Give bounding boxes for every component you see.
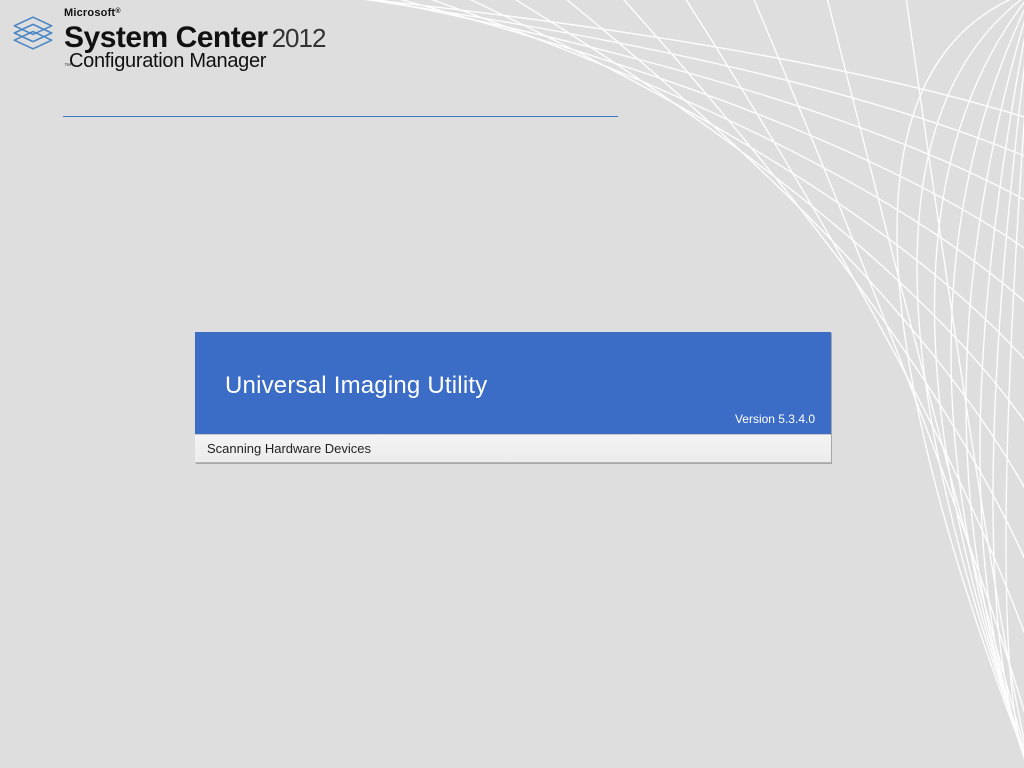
- system-center-logo-icon: [10, 10, 56, 56]
- dialog-header: Universal Imaging Utility Version 5.3.4.…: [195, 332, 831, 434]
- product-branding: Microsoft® System Center 2012 ™ Configur…: [10, 8, 325, 72]
- dialog-title: Universal Imaging Utility: [225, 372, 801, 400]
- status-text: Scanning Hardware Devices: [195, 434, 831, 463]
- header-divider: [63, 116, 618, 117]
- product-name-label: Configuration Manager: [69, 51, 266, 72]
- product-line-label: System Center: [64, 22, 268, 54]
- version-label: Version 5.3.4.0: [735, 412, 815, 426]
- product-year-label: 2012: [272, 25, 326, 52]
- company-label: Microsoft®: [64, 8, 325, 20]
- splash-dialog: Universal Imaging Utility Version 5.3.4.…: [195, 332, 831, 463]
